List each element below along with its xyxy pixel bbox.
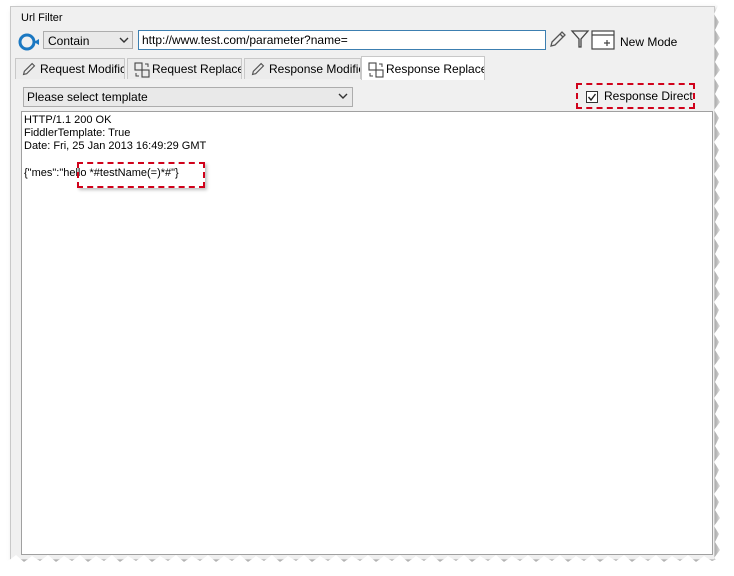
tab-response-modific[interactable]: Response Modific xyxy=(244,58,361,79)
tab-request-modific[interactable]: Request Modific xyxy=(15,58,125,79)
url-filter-label: Url Filter xyxy=(21,12,63,24)
tab-label: Response Modific xyxy=(269,62,361,76)
pencil-icon[interactable] xyxy=(549,30,567,48)
match-type-value: Contain xyxy=(48,34,90,48)
editor-line: HTTP/1.1 200 OK xyxy=(24,114,112,126)
url-filter-panel: Url Filter Contain http://www.test.com/p… xyxy=(10,6,715,560)
response-direct-checkbox[interactable]: Response Direct xyxy=(576,83,695,109)
pencil-icon xyxy=(251,62,265,76)
chevron-down-icon xyxy=(338,93,348,99)
new-window-icon[interactable] xyxy=(591,30,615,50)
url-input[interactable]: http://www.test.com/parameter?name= xyxy=(138,30,546,50)
filter-icon[interactable] xyxy=(570,29,590,49)
tab-label: Response Replace xyxy=(386,62,485,76)
tab-response-replace[interactable]: Response Replace xyxy=(361,56,485,80)
toggle-indicator-icon[interactable] xyxy=(17,31,39,53)
annotation-highlight xyxy=(77,162,205,188)
chevron-down-icon xyxy=(119,37,129,43)
pencil-icon xyxy=(22,62,36,76)
editor-line: Date: Fri, 25 Jan 2013 16:49:29 GMT xyxy=(24,140,207,152)
template-select[interactable]: Please select template xyxy=(23,87,353,107)
tab-label: Request Replace xyxy=(152,62,242,76)
torn-edge-right xyxy=(712,0,734,576)
tab-label: Request Modific xyxy=(40,62,125,76)
tab-request-replace[interactable]: Request Replace xyxy=(127,58,242,79)
replace-icon xyxy=(368,62,384,78)
match-type-select[interactable]: Contain xyxy=(43,31,133,49)
template-placeholder: Please select template xyxy=(27,90,148,104)
editor-line: FiddlerTemplate: True xyxy=(24,127,131,139)
new-mode-button[interactable]: New Mode xyxy=(620,35,677,49)
checkmark-icon xyxy=(587,93,597,102)
replace-icon xyxy=(134,62,150,78)
response-direct-label: Response Direct xyxy=(604,89,693,103)
response-editor[interactable]: HTTP/1.1 200 OK FiddlerTemplate: True Da… xyxy=(21,111,713,555)
torn-edge-bottom xyxy=(0,552,734,576)
checkbox-box[interactable] xyxy=(586,91,598,103)
